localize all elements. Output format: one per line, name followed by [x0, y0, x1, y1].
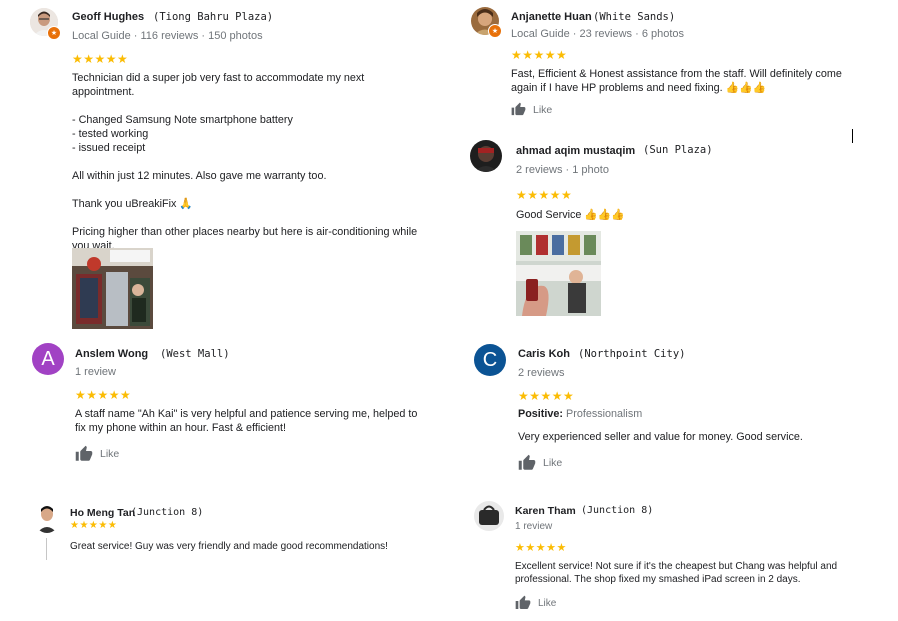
review-text: Great service! Guy was very friendly and… — [70, 541, 388, 552]
review-text: Good Service 👍👍👍 — [516, 209, 625, 221]
like-label: Like — [533, 103, 553, 116]
local-guide-badge-icon: ★ — [488, 24, 502, 38]
avatar[interactable] — [470, 140, 502, 172]
star-rating: ★★★★★ — [518, 389, 575, 403]
store-location: (Sun Plaza) — [643, 144, 713, 156]
reviewer-name[interactable]: Caris Koh — [518, 348, 570, 360]
thumbs-up-icon — [511, 102, 526, 116]
thumbs-up-icon — [75, 445, 93, 461]
store-location: (Junction 8) — [131, 507, 204, 518]
store-location: (White Sands) — [593, 11, 676, 23]
like-label: Like — [100, 448, 120, 460]
positive-attributes: Positive: Professionalism — [518, 407, 848, 421]
review-text: A staff name "Ah Kai" is very helpful an… — [75, 408, 418, 434]
review-text: Technician did a super job very fast to … — [72, 72, 418, 252]
star-rating: ★★★★★ — [72, 52, 129, 66]
avatar[interactable]: A — [32, 343, 64, 375]
like-button[interactable]: Like — [75, 445, 119, 463]
reviewer-name[interactable]: Karen Tham — [515, 505, 576, 517]
review-text: Very experienced seller and value for mo… — [518, 431, 803, 443]
like-button[interactable]: Like — [511, 102, 552, 117]
shop-photo-icon — [516, 231, 601, 316]
star-rating: ★★★★★ — [511, 48, 568, 62]
thumbs-up-icon — [518, 454, 536, 470]
store-location: (Northpoint City) — [578, 348, 686, 360]
like-label: Like — [543, 457, 563, 469]
reviewer-name[interactable]: Anslem Wong — [75, 348, 148, 360]
reviewer-meta: 1 review — [75, 366, 116, 378]
reviewer-name[interactable]: Geoff Hughes — [72, 11, 144, 23]
star-rating: ★★★★★ — [70, 520, 118, 531]
reviewer-meta: 2 reviews — [518, 367, 565, 379]
positive-label: Positive: — [518, 408, 564, 420]
review-photo[interactable] — [72, 248, 153, 329]
positive-value: Professionalism — [566, 408, 643, 420]
avatar[interactable] — [34, 503, 60, 533]
reviewer-meta: 2 reviews · 1 photo — [516, 164, 609, 176]
review-photo[interactable] — [516, 231, 601, 316]
review-text: Excellent service! Not sure if it's the … — [515, 561, 838, 585]
reviewer-name[interactable]: Anjanette Huan — [511, 11, 592, 23]
reviewer-meta: 1 review — [515, 521, 553, 532]
thread-divider — [46, 538, 47, 560]
like-button[interactable]: Like — [515, 595, 556, 611]
thumbs-up-icon — [515, 595, 531, 609]
review-text: Fast, Efficient & Honest assistance from… — [511, 68, 842, 94]
like-label: Like — [538, 597, 557, 609]
reviewer-name[interactable]: ahmad aqim mustaqim — [516, 145, 635, 157]
avatar[interactable] — [474, 501, 504, 531]
store-location: (West Mall) — [160, 348, 230, 360]
person-photo-icon — [470, 140, 502, 172]
star-rating: ★★★★★ — [515, 542, 567, 554]
local-guide-badge-icon: ★ — [47, 26, 61, 40]
shop-photo-icon — [72, 248, 153, 329]
like-button[interactable]: Like — [518, 454, 562, 472]
reviewer-name[interactable]: Ho Meng Tan — [70, 507, 135, 519]
star-rating: ★★★★★ — [516, 188, 573, 202]
avatar[interactable]: C — [474, 344, 506, 376]
text-cursor — [852, 129, 853, 143]
reviewer-meta: Local Guide · 23 reviews · 6 photos — [511, 28, 685, 40]
store-location: (Junction 8) — [581, 505, 654, 516]
star-rating: ★★★★★ — [75, 388, 132, 402]
person-photo-icon — [34, 503, 60, 533]
reviewer-meta: Local Guide · 116 reviews · 150 photos — [72, 30, 263, 42]
bag-photo-icon — [474, 501, 504, 531]
store-location: (Tiong Bahru Plaza) — [153, 11, 274, 23]
